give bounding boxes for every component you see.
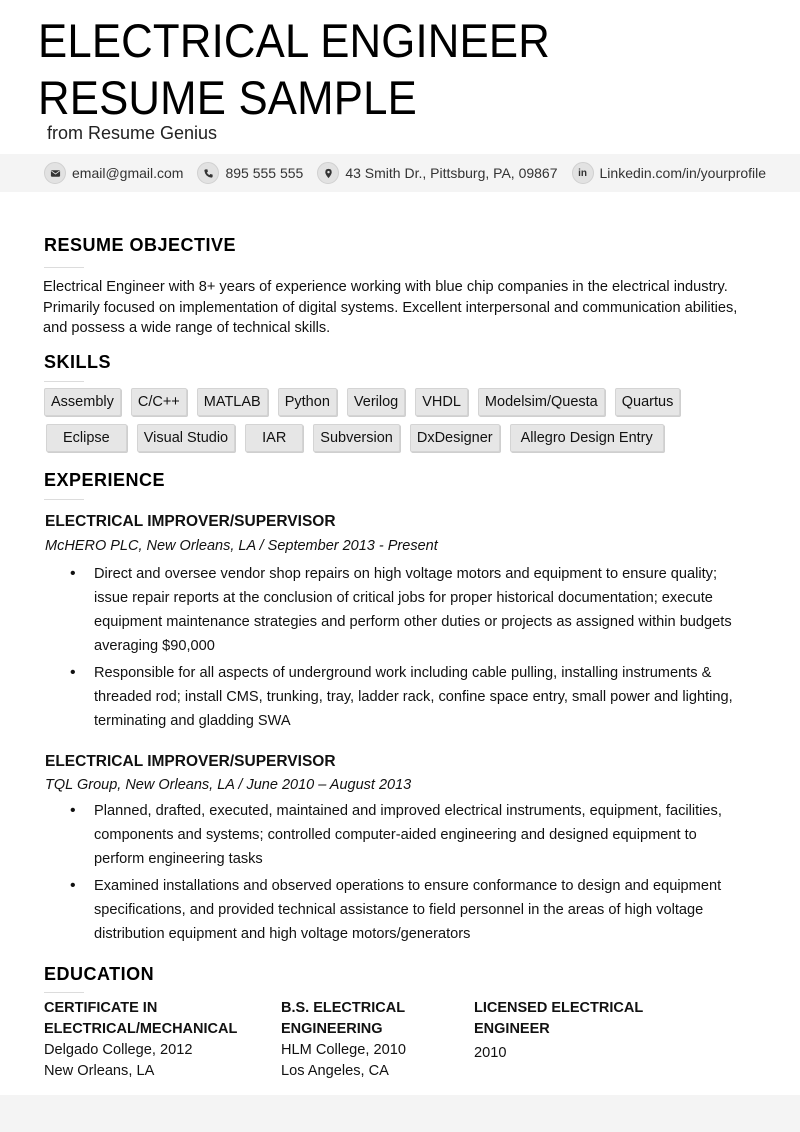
contact-phone[interactable]: 895 555 555 <box>197 162 303 184</box>
contact-bar: email@gmail.com 895 555 555 43 Smith Dr.… <box>0 154 800 192</box>
skill-chip: MATLAB <box>196 388 268 416</box>
education-school: Delgado College, 2012 <box>44 1042 193 1058</box>
contact-linkedin[interactable]: in Linkedin.com/in/yourprofile <box>571 162 767 184</box>
education-degree: LICENSED ELECTRICAL ENGINEER <box>474 1000 643 1037</box>
location-pin-icon <box>317 162 340 184</box>
education-entry: B.S. ELECTRICAL ENGINEERING HLM College,… <box>281 998 431 1082</box>
skills-row-2: Eclipse Visual Studio IAR Subversion DxD… <box>44 424 744 452</box>
experience-divider <box>44 499 84 500</box>
job-title: ELECTRICAL IMPROVER/SUPERVISOR <box>45 753 336 770</box>
skill-chip: Quartus <box>614 388 681 416</box>
job-bullet: Responsible for all aspects of undergrou… <box>70 661 750 733</box>
skill-chip: IAR <box>245 424 304 452</box>
skills-row-1: Assembly C/C++ MATLAB Python Verilog VHD… <box>44 388 744 416</box>
education-degree: B.S. ELECTRICAL ENGINEERING <box>281 1000 405 1037</box>
phone-icon <box>197 162 220 184</box>
skill-chip: Verilog <box>346 388 406 416</box>
job-bullets: Planned, drafted, executed, maintained a… <box>70 799 750 949</box>
skills-divider <box>44 381 84 382</box>
objective-divider <box>44 267 84 268</box>
skill-chip: Python <box>277 388 337 416</box>
job-bullet: Examined installations and observed oper… <box>70 874 750 946</box>
skill-chip: Assembly <box>44 388 121 416</box>
skill-chip: C/C++ <box>130 388 187 416</box>
footer-band <box>0 1095 800 1132</box>
education-school: 2010 <box>474 1045 507 1061</box>
contact-address: 43 Smith Dr., Pittsburg, PA, 09867 <box>317 162 558 184</box>
job-bullet: Planned, drafted, executed, maintained a… <box>70 799 750 871</box>
education-entry: LICENSED ELECTRICAL ENGINEER 2010 <box>474 998 664 1064</box>
phone-text: 895 555 555 <box>225 165 304 181</box>
job-bullet: Direct and oversee vendor shop repairs o… <box>70 562 750 658</box>
skills-list: Assembly C/C++ MATLAB Python Verilog VHD… <box>44 388 744 460</box>
resume-subtitle: from Resume Genius <box>47 123 218 143</box>
skills-heading: SKILLS <box>44 352 112 372</box>
skill-chip: DxDesigner <box>409 424 500 452</box>
skill-chip: Eclipse <box>46 424 127 452</box>
address-text: 43 Smith Dr., Pittsburg, PA, 09867 <box>345 165 558 181</box>
education-school: HLM College, 2010 <box>281 1042 406 1058</box>
linkedin-text: Linkedin.com/in/yourprofile <box>599 165 767 181</box>
email-text: email@gmail.com <box>72 165 184 181</box>
email-icon <box>44 162 66 184</box>
education-heading: EDUCATION <box>44 964 155 984</box>
skill-chip: Visual Studio <box>136 424 236 452</box>
resume-title: ELECTRICAL ENGINEER RESUME SAMPLE <box>38 14 550 124</box>
job-title: ELECTRICAL IMPROVER/SUPERVISOR <box>45 513 336 530</box>
education-entry: CERTIFICATE IN ELECTRICAL/MECHANICAL Del… <box>44 998 244 1082</box>
skill-chip: Subversion <box>313 424 400 452</box>
education-location: Los Angeles, CA <box>281 1063 389 1079</box>
experience-heading: EXPERIENCE <box>44 470 166 490</box>
objective-text: Electrical Engineer with 8+ years of exp… <box>43 279 738 336</box>
job-meta: TQL Group, New Orleans, LA / June 2010 –… <box>45 777 412 793</box>
skill-chip: VHDL <box>415 388 468 416</box>
linkedin-icon: in <box>571 162 594 184</box>
education-divider <box>44 992 84 993</box>
objective-heading: RESUME OBJECTIVE <box>44 235 237 255</box>
job-meta: McHERO PLC, New Orleans, LA / September … <box>45 538 438 554</box>
education-degree: CERTIFICATE IN ELECTRICAL/MECHANICAL <box>44 1000 238 1037</box>
skill-chip: Allegro Design Entry <box>509 424 664 452</box>
skill-chip: Modelsim/Questa <box>477 388 605 416</box>
education-location: New Orleans, LA <box>44 1063 155 1079</box>
contact-email[interactable]: email@gmail.com <box>44 162 183 184</box>
job-bullets: Direct and oversee vendor shop repairs o… <box>70 562 750 736</box>
